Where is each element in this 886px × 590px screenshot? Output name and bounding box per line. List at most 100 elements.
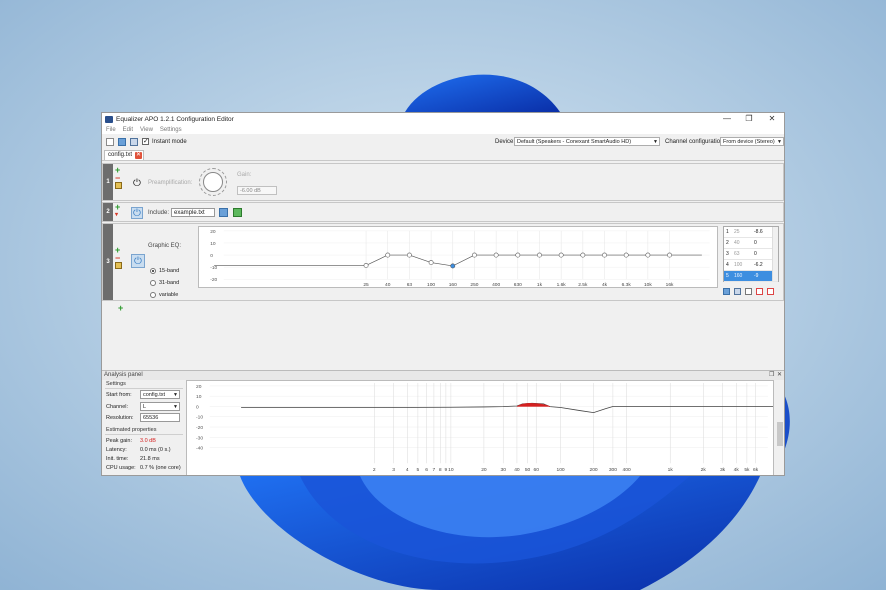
close-panel-icon[interactable]: ✕	[777, 371, 782, 378]
add-filter-icon[interactable]: +	[118, 304, 123, 313]
maximize-button[interactable]: ❐	[738, 113, 760, 125]
radio-label: variable	[159, 292, 179, 298]
analysis-settings: Settings Start from: config.txt ▼ Channe…	[104, 380, 184, 475]
invert-icon[interactable]	[756, 288, 763, 295]
export-icon[interactable]	[734, 288, 741, 295]
browse-folder-icon[interactable]	[219, 208, 228, 217]
start-from-select[interactable]: config.txt ▼	[140, 390, 180, 399]
close-tab-icon[interactable]: ✕	[135, 152, 142, 159]
undock-icon[interactable]: ❐	[769, 371, 774, 378]
copy-icon[interactable]	[745, 288, 752, 295]
preamp-label: Preamplification:	[148, 180, 193, 186]
analysis-scrollbar[interactable]	[776, 380, 784, 475]
resolution-value: 65536	[143, 415, 159, 421]
x-tick-label: 400	[492, 282, 500, 288]
table-row[interactable]: 5 160 -9	[724, 271, 778, 282]
y-tick-label: 10	[210, 241, 216, 247]
x-tick-label: 5k	[744, 467, 750, 473]
band-number-cell: 4	[726, 262, 729, 268]
frequency-response-graph[interactable]: 20100-10-20-30-402 3 4 5 6 7 8 9 10 20 30 40 50 60 100…	[186, 380, 774, 476]
import-icon[interactable]	[723, 288, 730, 295]
remove-filter-icon[interactable]: −	[115, 254, 127, 263]
add-filter-icon[interactable]: +	[115, 203, 127, 212]
x-tick-label: 8	[439, 467, 442, 473]
include-file-input[interactable]: example.txt	[171, 208, 215, 217]
frequency-cell: 25	[734, 229, 740, 235]
x-tick-label: 2	[373, 467, 376, 473]
table-scrollbar[interactable]	[772, 227, 778, 281]
menu-file[interactable]: File	[106, 127, 116, 133]
open-folder-icon[interactable]	[118, 137, 126, 146]
y-tick-label: -20	[196, 425, 203, 431]
remove-filter-icon[interactable]: ▾	[115, 212, 127, 219]
edit-icon[interactable]	[115, 262, 122, 269]
band-number-cell: 2	[726, 240, 729, 246]
init-time-label: Init. time:	[106, 456, 129, 462]
power-icon[interactable]: ⏻	[131, 177, 143, 189]
filter-row-preamp: 1 + − ⏻ Preamplification: Gain: -6.00 dB	[102, 163, 784, 201]
separator	[105, 388, 183, 389]
eq-band-table[interactable]: 1 25 -8.6 2 40 0 3 63 0 4 100 -6.2 5 160 -9	[723, 226, 779, 282]
edit-icon[interactable]	[115, 182, 122, 189]
channel-config-label: Channel configuration:	[665, 139, 726, 145]
radio-31-band[interactable]: 31-band	[150, 280, 179, 286]
tab-label: config.txt	[108, 152, 133, 158]
chevron-down-icon: ▼	[777, 139, 782, 145]
row-tools: + ▾	[115, 203, 127, 219]
new-file-icon[interactable]	[106, 137, 114, 146]
resolution-spinbox[interactable]: 65536	[140, 413, 180, 422]
band-handle	[623, 252, 629, 258]
channel-config-select[interactable]: From device (Stereo) ▼	[720, 137, 784, 146]
remove-filter-icon[interactable]: −	[115, 174, 127, 183]
frequency-cell: 160	[734, 273, 743, 279]
radio-variable[interactable]: variable	[150, 292, 178, 298]
tab-config[interactable]: config.txt ✕	[104, 150, 144, 160]
filter-row-include: 2 + ▾ ⏻ Include: example.txt	[102, 202, 784, 222]
frequency-cell: 100	[734, 262, 743, 268]
channel-select[interactable]: L ▼	[140, 402, 180, 411]
x-tick-label: 7	[433, 467, 436, 473]
minimize-button[interactable]: —	[716, 113, 738, 125]
instant-mode-checkbox[interactable]	[142, 137, 149, 145]
x-tick-label: 4k	[602, 282, 608, 288]
table-row[interactable]: 2 40 0	[724, 238, 778, 249]
band-number-cell: 5	[726, 273, 729, 279]
gain-spinbox[interactable]: -6.00 dB	[237, 186, 277, 195]
gain-cell: -9	[754, 273, 759, 279]
latency-value: 0.0 ms (0 s.)	[140, 447, 171, 453]
gain-knob[interactable]	[199, 168, 227, 196]
table-row[interactable]: 4 100 -6.2	[724, 260, 778, 271]
band-handle	[363, 263, 369, 268]
menu-settings[interactable]: Settings	[160, 127, 182, 133]
reset-icon[interactable]	[767, 288, 774, 295]
x-tick-label: 4k	[734, 467, 740, 473]
menu-edit[interactable]: Edit	[123, 127, 133, 133]
menu-view[interactable]: View	[140, 127, 153, 133]
table-row[interactable]: 1 25 -8.6	[724, 227, 778, 238]
y-tick-label: -40	[196, 446, 203, 452]
instant-mode-label: Instant mode	[152, 138, 187, 145]
x-tick-label: 4	[406, 467, 409, 473]
y-tick-label: -10	[196, 415, 203, 421]
device-select[interactable]: Default (Speakers - Conexant SmartAudio …	[514, 137, 660, 146]
frequency-cell: 63	[734, 251, 740, 257]
save-icon[interactable]	[130, 137, 138, 146]
app-window: Equalizer APO 1.2.1 Configuration Editor…	[101, 112, 785, 476]
graphic-eq-graph[interactable]: 20100-10-2025 40 63 100 160 250 400 630 1k 1.6k 2.…	[198, 226, 718, 288]
band-handle	[385, 252, 391, 258]
radio-label: 15-band	[159, 268, 180, 274]
arrow-up-icon[interactable]	[233, 208, 242, 217]
band-handle	[472, 252, 477, 258]
scrollbar-thumb[interactable]	[777, 422, 783, 446]
analysis-panel-title: Analysis panel	[104, 372, 143, 378]
radio-15-band[interactable]: 15-band	[150, 268, 179, 274]
window-title: Equalizer APO 1.2.1 Configuration Editor	[116, 115, 234, 123]
analysis-panel: Settings Start from: config.txt ▼ Channe…	[102, 380, 784, 476]
close-button[interactable]: ✕	[761, 113, 783, 125]
table-row[interactable]: 3 63 0	[724, 249, 778, 260]
power-icon[interactable]: ⏻	[131, 254, 145, 268]
power-icon[interactable]: ⏻	[131, 207, 143, 219]
filter-row-graphic-eq: 3 + − ⏻ Graphic EQ: 15-band 31-band vari…	[102, 223, 784, 301]
x-tick-label: 16k	[666, 282, 674, 288]
x-tick-label: 40	[514, 467, 520, 473]
